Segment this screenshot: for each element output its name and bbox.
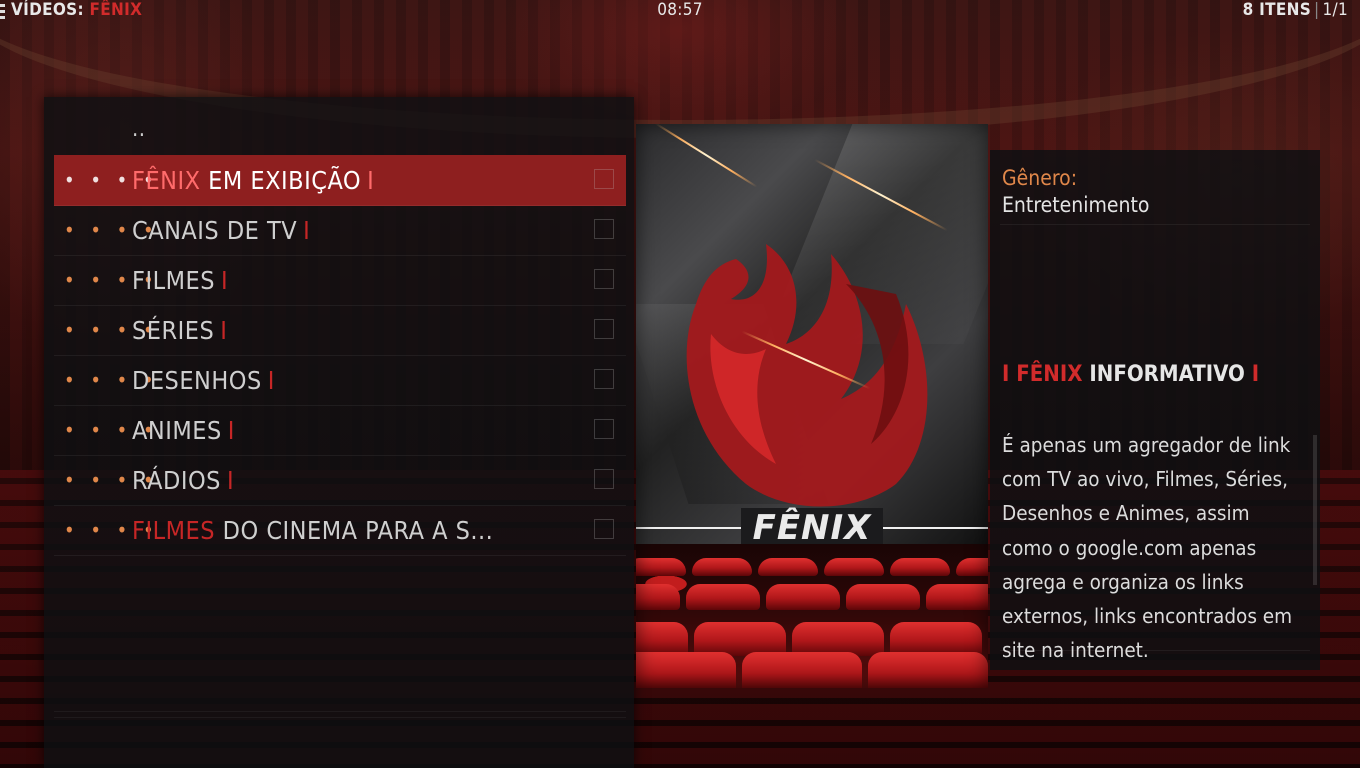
list-footer [54,717,626,758]
genre-value: Entretenimento [1002,193,1150,217]
list-panel: .. • • • • FÊNIX EM EXIBIÇÃO I • • • • CANAI… [44,97,634,768]
info-bottom-divider [1000,650,1310,651]
info-title-accent: FÊNIX [1016,362,1083,387]
description-scrollbar[interactable] [1313,435,1317,585]
count-separator: | [1314,0,1320,20]
list-item[interactable]: • • • • CANAIS DE TV I [54,205,626,256]
watched-checkbox-icon [594,519,614,539]
list-item[interactable]: • • • • DESENHOS I [54,355,626,406]
list-item-bar: I [227,416,235,445]
list-item-label: CANAIS DE TV I [132,216,310,245]
parent-folder-label: .. [132,117,146,142]
list-item-bar: I [267,366,275,395]
kodi-screen: VÍDEOS: FÊNIX 08:57 8 ITENS | 1/1 .. • • •… [0,0,1360,768]
poster-artwork: FÊNIX [636,124,988,688]
list-item-prefix: FILMES [132,516,215,545]
watched-checkbox-icon [594,169,614,189]
list-item-label: ANIMES I [132,416,235,445]
list-item-label: DESENHOS I [132,366,275,395]
list-item[interactable]: • • • • SÉRIES I [54,305,626,356]
list-item-text: DESENHOS [132,366,262,395]
list-item-bar: I [220,316,228,345]
list-item[interactable]: • • • • FÊNIX EM EXIBIÇÃO I [54,155,626,206]
poster-shade [636,124,988,688]
list-item[interactable]: • • • • FILMES DO CINEMA PARA A S... [54,505,626,556]
list-item-bar: I [303,216,311,245]
watched-checkbox-icon [594,319,614,339]
info-divider [1000,224,1310,225]
list-item-text: DO CINEMA PARA A S... [222,516,494,545]
info-title-bar-right: I [1251,362,1260,387]
parent-folder-item[interactable]: .. [54,105,626,155]
list-item[interactable]: • • • • ANIMES I [54,405,626,456]
list-item-label: RÁDIOS I [132,466,234,495]
list-item-label: FILMES I [132,266,228,295]
list-item[interactable]: • • • • RÁDIOS I [54,455,626,506]
top-bar: VÍDEOS: FÊNIX 08:57 8 ITENS | 1/1 [0,0,1360,26]
list-item-prefix: FÊNIX [132,166,201,195]
watched-checkbox-icon [594,269,614,289]
list-item-bar: I [221,266,229,295]
list-item-text: SÉRIES [132,316,215,345]
genre-label: Gênero: [1002,166,1078,190]
list-item-label: SÉRIES I [132,316,227,345]
list-item[interactable]: • • • • FILMES I [54,255,626,306]
clock: 08:57 [657,0,703,20]
list-item-label: FÊNIX EM EXIBIÇÃO I [132,166,374,195]
item-count: 8 ITENS | 1/1 [1243,0,1348,20]
info-title-bar-left: I [1002,362,1010,387]
plot-description: É apenas um agregador de link com TV ao … [1002,433,1293,663]
list-item-bar: I [226,466,235,495]
list-item-text: ANIMES [132,416,222,445]
watched-checkbox-icon [594,419,614,439]
list-item-label: FILMES DO CINEMA PARA A S... [132,516,493,545]
item-count-label: 8 ITENS [1242,0,1312,20]
item-list: .. • • • • FÊNIX EM EXIBIÇÃO I • • • • CANAI… [54,105,626,712]
info-panel: Gênero: Entretenimento I FÊNIX INFORMATI… [990,150,1320,670]
watched-checkbox-icon [594,469,614,489]
watched-checkbox-icon [594,219,614,239]
list-item-text: CANAIS DE TV [132,216,298,245]
watched-checkbox-icon [594,369,614,389]
page-indicator: 1/1 [1322,0,1348,20]
info-title-text: INFORMATIVO [1089,362,1245,387]
list-item-text: RÁDIOS [132,466,221,495]
info-title: I FÊNIX INFORMATIVO I [1002,362,1259,387]
list-item-text: EM EXIBIÇÃO [208,166,362,195]
list-item-bar: I [367,166,375,195]
list-item-text: FILMES [132,266,215,295]
